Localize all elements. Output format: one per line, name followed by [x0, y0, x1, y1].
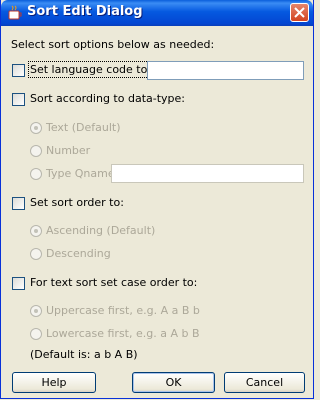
- radio-lowercase-first[interactable]: [30, 328, 42, 340]
- radio-uppercase-first[interactable]: [30, 305, 42, 317]
- caseorder-checkbox[interactable]: [12, 277, 25, 290]
- radio-descending-label: Descending: [46, 247, 111, 260]
- close-button[interactable]: [290, 3, 309, 22]
- java-cup-icon: [8, 5, 22, 20]
- case-default-note: (Default is: a b A B): [30, 348, 138, 361]
- radio-number[interactable]: [30, 145, 42, 157]
- cancel-button[interactable]: Cancel: [224, 372, 305, 393]
- sortorder-checkbox-label[interactable]: Set sort order to:: [30, 196, 124, 209]
- radio-ascending[interactable]: [30, 225, 42, 237]
- radio-text[interactable]: [30, 122, 42, 134]
- caseorder-checkbox-label[interactable]: For text sort set case order to:: [30, 276, 197, 289]
- sortorder-checkbox[interactable]: [12, 197, 25, 210]
- language-code-input[interactable]: [147, 61, 304, 80]
- radio-ascending-label: Ascending (Default): [46, 224, 156, 237]
- help-button[interactable]: Help: [12, 372, 96, 393]
- radio-text-label: Text (Default): [46, 121, 121, 134]
- intro-text: Select sort options below as needed:: [11, 38, 215, 51]
- close-icon: [294, 7, 305, 18]
- radio-descending[interactable]: [30, 248, 42, 260]
- radio-uppercase-first-label: Uppercase first, e.g. A a B b: [46, 304, 200, 317]
- window-title: Sort Edit Dialog: [27, 4, 143, 19]
- datatype-checkbox-label[interactable]: Sort according to data-type:: [30, 92, 185, 105]
- title-bar[interactable]: Sort Edit Dialog: [1, 0, 313, 26]
- language-checkbox-label[interactable]: Set language code to:: [27, 61, 154, 78]
- ok-button[interactable]: OK: [132, 372, 215, 393]
- radio-type-qname-label: Type Qname:: [46, 167, 119, 180]
- sort-edit-dialog: Sort Edit Dialog Select sort options bel…: [0, 0, 314, 399]
- radio-number-label: Number: [46, 144, 91, 157]
- qname-input[interactable]: [111, 164, 304, 183]
- datatype-checkbox[interactable]: [12, 93, 25, 106]
- radio-lowercase-first-label: Lowercase first, e.g. a A b B: [46, 327, 200, 340]
- radio-type-qname[interactable]: [30, 168, 42, 180]
- language-checkbox[interactable]: [12, 64, 25, 77]
